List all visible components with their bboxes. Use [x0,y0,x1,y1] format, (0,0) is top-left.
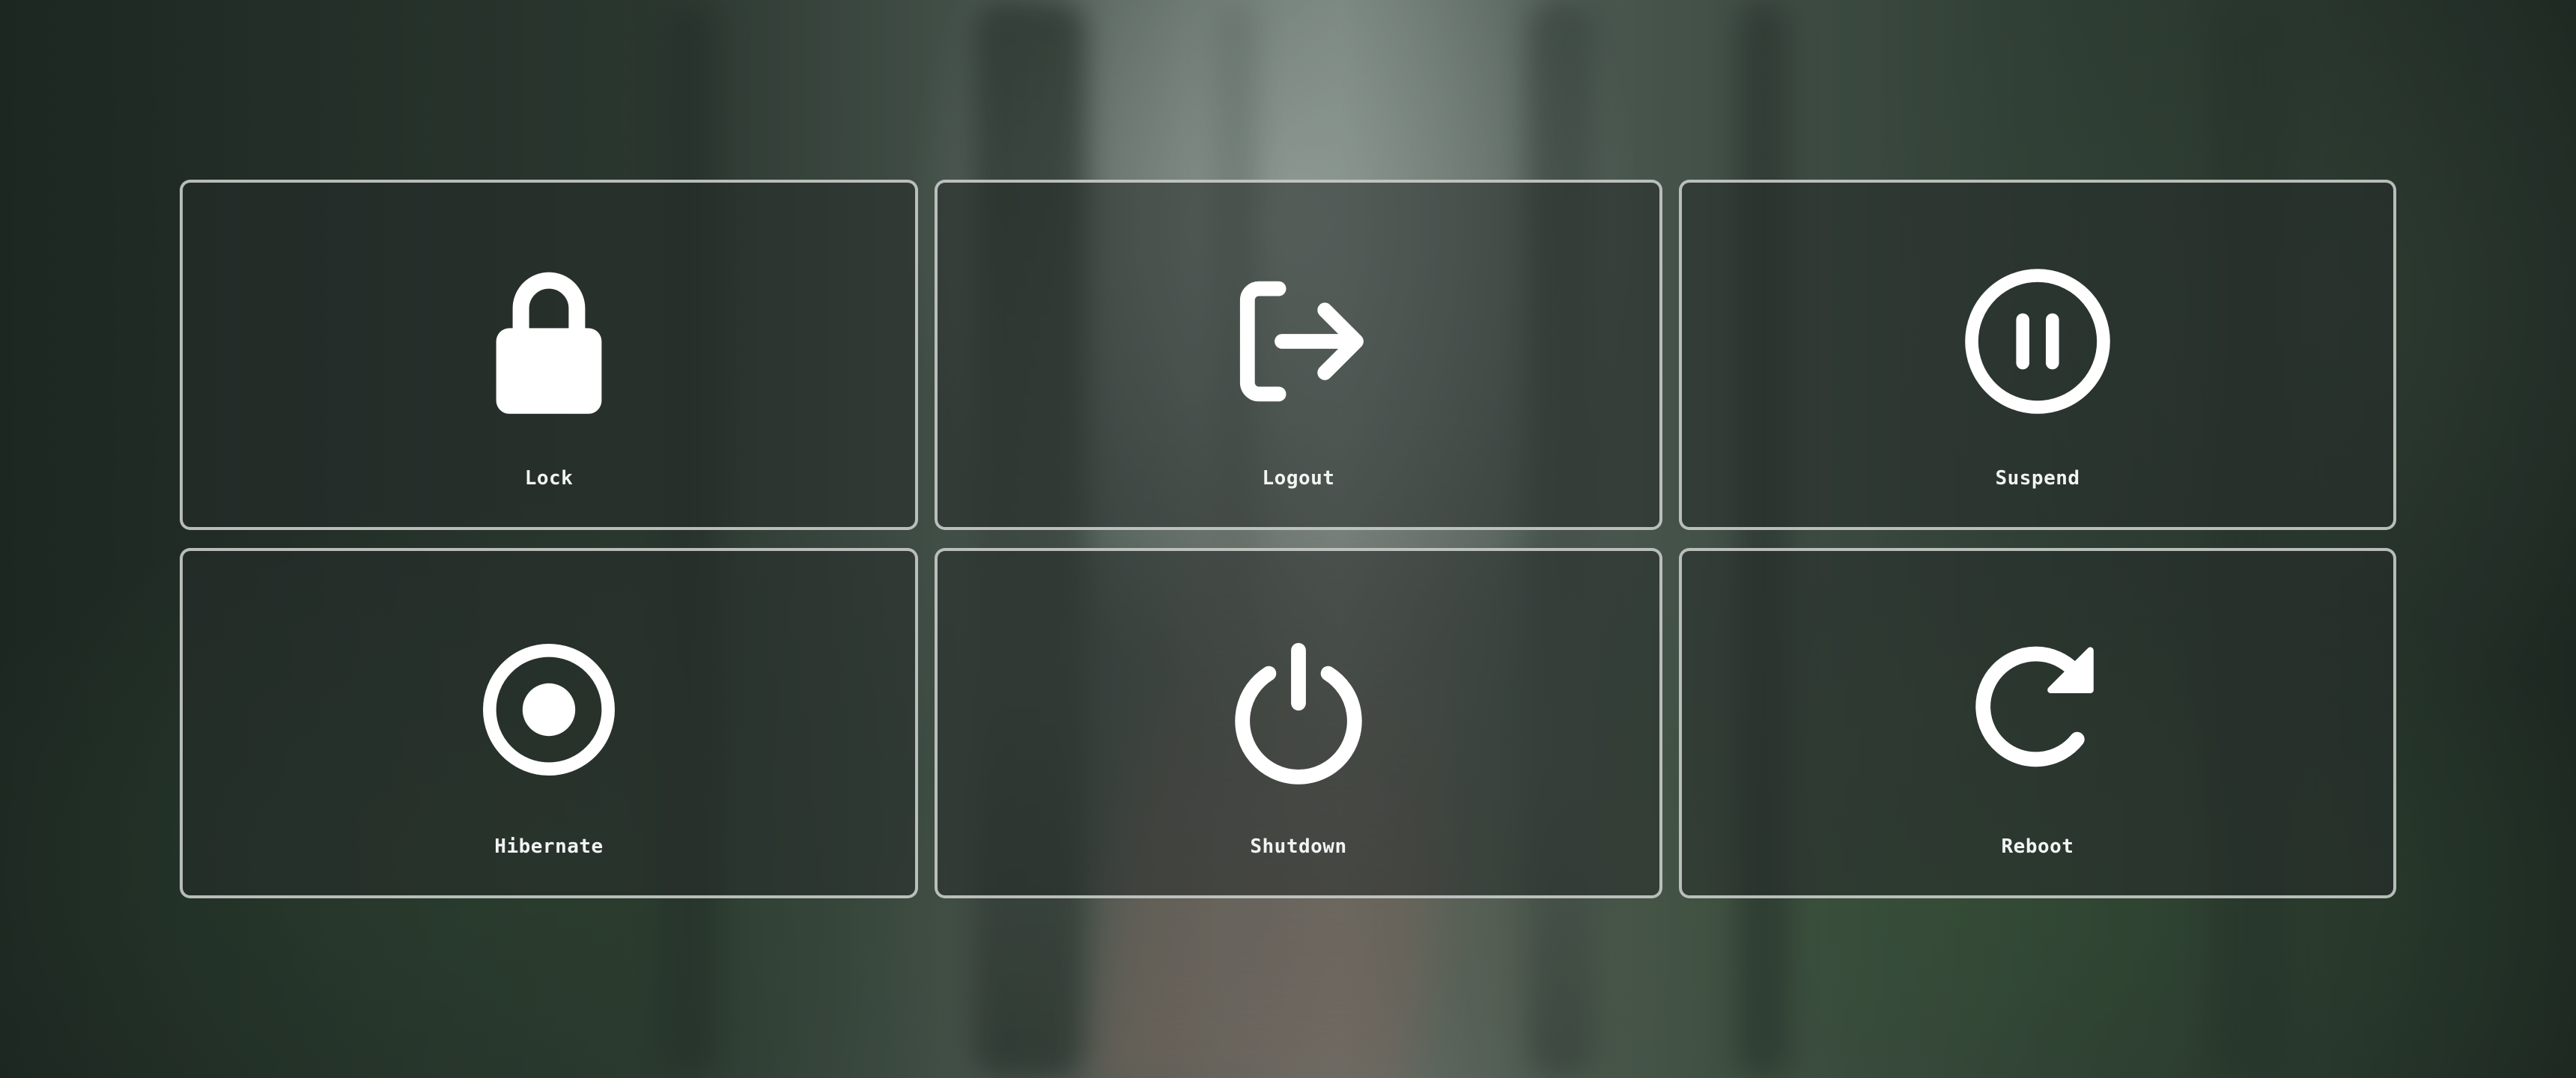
power-menu-grid: Lock Logout Suspend Hibernate Shutdown R… [180,180,2396,898]
shutdown-label: Shutdown [1250,835,1347,858]
logout-icon [1216,259,1381,424]
hibernate-button[interactable]: Hibernate [180,548,918,898]
lock-label: Lock [524,467,574,490]
record-icon [467,627,631,792]
suspend-button[interactable]: Suspend [1679,180,2396,530]
power-icon [1216,627,1381,792]
logout-label: Logout [1262,467,1335,490]
logout-button[interactable]: Logout [935,180,1662,530]
suspend-label: Suspend [1995,467,2080,490]
reboot-label: Reboot [2001,835,2074,858]
reboot-button[interactable]: Reboot [1679,548,2396,898]
reboot-icon [1955,627,2120,792]
pause-icon [1955,259,2120,424]
shutdown-button[interactable]: Shutdown [935,548,1662,898]
lock-icon [467,259,631,424]
lock-button[interactable]: Lock [180,180,918,530]
hibernate-label: Hibernate [494,835,604,858]
